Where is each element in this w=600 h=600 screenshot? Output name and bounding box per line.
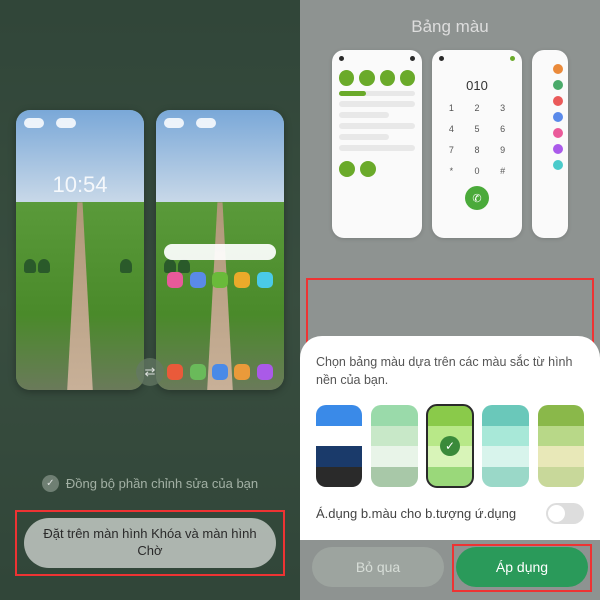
dial-display: 010: [432, 78, 522, 93]
set-wallpaper-button[interactable]: Đặt trên màn hình Khóa và màn hình Chờ: [24, 518, 276, 568]
lockscreen-preview[interactable]: 10:54: [16, 110, 144, 390]
apply-to-icons-label: Á.dụng b.màu cho b.tượng ứ.dụng: [316, 506, 516, 521]
palette-sheet: Chọn bảng màu dựa trên các màu sắc từ hì…: [300, 336, 600, 540]
search-widget: [164, 244, 276, 260]
skip-button[interactable]: Bỏ qua: [312, 547, 444, 587]
wallpaper-previews: 10:54 ⇄: [0, 110, 300, 390]
sheet-description: Chọn bảng màu dựa trên các màu sắc từ hì…: [316, 354, 584, 389]
sync-edits-row[interactable]: ✓ Đồng bộ phần chỉnh sửa của bạn: [0, 475, 300, 492]
sync-label: Đồng bộ phần chỉnh sửa của bạn: [66, 476, 258, 491]
palette-option-2[interactable]: ✓: [427, 405, 473, 487]
page-title: Bảng màu: [300, 17, 600, 37]
apply-to-icons-toggle[interactable]: [546, 503, 584, 524]
theme-preview-quicksettings[interactable]: [332, 50, 422, 238]
apply-button[interactable]: Áp dụng: [456, 547, 588, 587]
call-icon: ✆: [465, 186, 489, 210]
homescreen-preview[interactable]: [156, 110, 284, 390]
palette-options: ✓: [316, 405, 584, 487]
check-icon: ✓: [42, 475, 59, 492]
palette-option-3[interactable]: [482, 405, 528, 487]
wallpaper-settings-pane: 10:54 ⇄ ✓ Đồng bộ phần chỉnh sửa của bạn…: [0, 0, 300, 600]
palette-option-4[interactable]: [538, 405, 584, 487]
color-palette-pane: Bảng màu 010 123456789*0# ✆: [300, 0, 600, 600]
check-icon: ✓: [440, 436, 460, 456]
palette-option-1[interactable]: [371, 405, 417, 487]
link-icon[interactable]: ⇄: [136, 358, 164, 386]
theme-previews: 010 123456789*0# ✆: [300, 50, 600, 238]
lockscreen-time: 10:54: [16, 172, 144, 198]
theme-preview-dialer[interactable]: 010 123456789*0# ✆: [432, 50, 522, 238]
theme-preview-settings[interactable]: [532, 50, 568, 238]
palette-option-0[interactable]: [316, 405, 362, 487]
